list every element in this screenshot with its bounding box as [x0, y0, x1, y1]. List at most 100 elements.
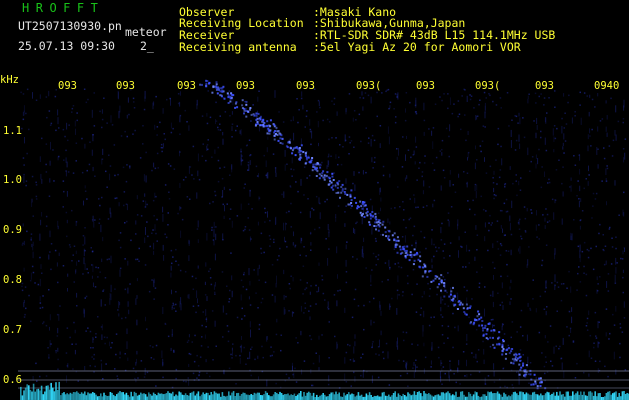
noise-speck	[289, 138, 292, 141]
noise-speck	[449, 242, 452, 244]
noise-speck	[476, 115, 479, 117]
noise-streak	[39, 94, 41, 99]
baseline-bar	[503, 392, 505, 400]
noise-speck	[441, 334, 444, 336]
noise-speck	[546, 213, 549, 216]
noise-streak	[206, 232, 208, 241]
noise-speck	[427, 282, 429, 285]
trace-point	[366, 214, 369, 217]
baseline-bar	[303, 392, 305, 400]
noise-streak	[91, 109, 93, 118]
noise-streak	[283, 294, 285, 300]
noise-speck	[442, 276, 445, 278]
noise-speck	[368, 137, 370, 139]
noise-streak	[580, 117, 582, 125]
noise-speck	[603, 157, 606, 160]
noise-speck	[258, 90, 260, 92]
noise-speck	[244, 183, 246, 185]
noise-streak	[536, 210, 537, 216]
noise-streak	[118, 110, 120, 119]
noise-streak	[317, 121, 319, 128]
noise-speck	[454, 326, 456, 329]
noise-speck	[211, 229, 213, 231]
noise-speck	[377, 376, 380, 379]
baseline-bar	[397, 393, 400, 400]
noise-speck	[307, 198, 309, 200]
noise-speck	[241, 318, 243, 320]
noise-streak	[509, 301, 511, 305]
noise-speck	[142, 143, 144, 145]
noise-streak	[127, 287, 129, 294]
noise-speck	[372, 167, 374, 169]
noise-speck	[536, 236, 538, 238]
baseline-bar	[117, 392, 120, 400]
trace-point	[266, 132, 269, 135]
noise-streak	[102, 148, 104, 156]
baseline-bar	[394, 391, 396, 400]
noise-streak	[466, 244, 468, 252]
noise-streak	[509, 222, 511, 231]
noise-speck	[21, 244, 24, 246]
noise-speck	[406, 372, 409, 375]
baseline-bar	[60, 395, 62, 400]
noise-streak	[467, 131, 469, 136]
noise-streak	[41, 212, 43, 217]
noise-speck	[307, 155, 310, 157]
trace-point	[393, 232, 396, 235]
noise-speck	[111, 342, 113, 344]
noise-speck	[440, 239, 443, 241]
noise-speck	[428, 324, 431, 327]
noise-streak	[161, 350, 163, 358]
noise-speck	[120, 135, 123, 137]
noise-speck	[540, 130, 542, 133]
noise-speck	[99, 110, 101, 113]
noise-speck	[349, 142, 351, 144]
noise-speck	[383, 357, 385, 360]
noise-speck	[157, 167, 159, 169]
baseline-bar	[474, 391, 476, 400]
noise-speck	[229, 289, 231, 292]
noise-speck	[76, 119, 78, 122]
noise-speck	[541, 264, 543, 267]
noise-speck	[468, 249, 471, 252]
trace-point	[524, 375, 527, 378]
noise-speck	[164, 233, 166, 235]
noise-speck	[370, 284, 372, 286]
noise-streak	[319, 212, 321, 220]
noise-speck	[441, 148, 443, 151]
noise-streak	[475, 353, 477, 359]
trace-point	[483, 327, 486, 329]
noise-streak	[76, 292, 78, 298]
noise-speck	[401, 166, 404, 168]
trace-point	[374, 212, 377, 215]
noise-speck	[177, 264, 180, 266]
trace-point	[262, 125, 265, 128]
noise-streak	[597, 368, 599, 374]
noise-speck	[312, 384, 314, 387]
baseline-bar	[130, 391, 132, 400]
trace-point	[422, 266, 425, 269]
trace-point	[530, 383, 533, 386]
noise-speck	[476, 234, 479, 236]
noise-streak	[562, 337, 564, 345]
noise-streak	[39, 278, 41, 287]
trace-point	[481, 320, 484, 322]
noise-speck	[382, 165, 385, 168]
baseline-bar	[271, 396, 273, 400]
noise-streak	[74, 120, 76, 127]
noise-speck	[439, 150, 441, 152]
noise-speck	[293, 168, 295, 171]
trace-point	[298, 148, 301, 151]
noise-speck	[226, 285, 228, 287]
noise-speck	[351, 316, 354, 319]
noise-streak	[413, 362, 415, 366]
noise-streak	[76, 261, 78, 266]
noise-streak	[126, 114, 128, 119]
trace-point	[241, 104, 244, 107]
noise-speck	[583, 265, 585, 268]
noise-speck	[538, 224, 540, 226]
baseline-bar	[548, 392, 550, 400]
noise-streak	[345, 107, 347, 113]
noise-speck	[317, 99, 320, 102]
noise-streak	[352, 117, 354, 122]
